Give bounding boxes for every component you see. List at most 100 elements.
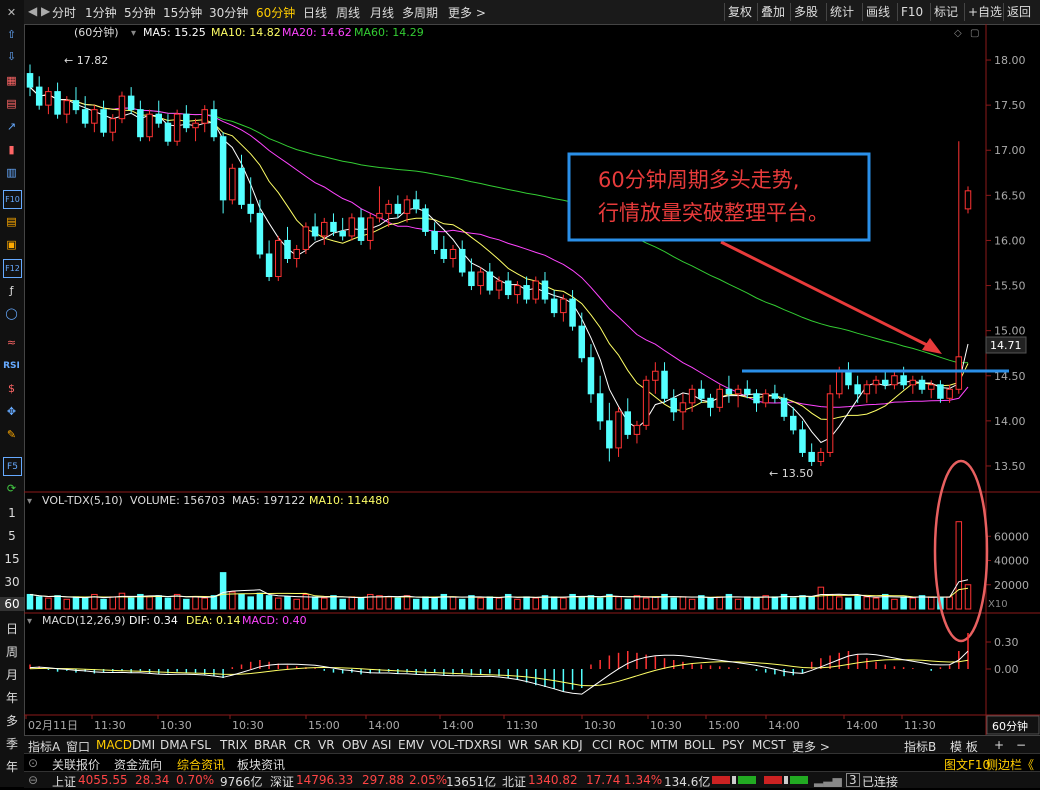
indicator-tab[interactable]: BRAR — [254, 738, 287, 752]
indicator-tab[interactable]: CR — [294, 738, 311, 752]
tab-multi-period[interactable]: 多周期 — [402, 4, 438, 21]
wave-icon[interactable]: ≈ — [3, 334, 20, 351]
window-icon[interactable]: ▢ — [970, 28, 979, 39]
indicator-tab[interactable]: MCST — [752, 738, 786, 752]
tab-daily[interactable]: 日线 — [303, 4, 327, 21]
back-button[interactable]: 返回 — [1003, 3, 1034, 21]
indicator-tab[interactable]: MTM — [650, 738, 678, 752]
candle-body — [256, 212, 264, 255]
period-60[interactable]: 60 — [0, 597, 24, 611]
candle-body — [909, 379, 917, 386]
indicator-tab[interactable]: VR — [318, 738, 335, 752]
period-year-n[interactable]: 年 — [0, 689, 24, 706]
candle-body — [799, 429, 806, 453]
f5-icon[interactable]: F5 — [3, 457, 22, 476]
indicator-tab[interactable]: TRIX — [220, 738, 247, 752]
arrow-down-icon[interactable]: ⇩ — [3, 48, 20, 65]
tab-weekly[interactable]: 周线 — [336, 4, 360, 21]
function-icon[interactable]: ƒ — [3, 282, 20, 299]
circle-icon[interactable]: ◯ — [3, 305, 20, 322]
f10-button[interactable]: F10 — [897, 3, 926, 21]
period-year[interactable]: 年 — [0, 758, 24, 775]
period-week[interactable]: 周 — [0, 643, 24, 660]
period-multi[interactable]: 多 — [0, 712, 24, 729]
tab-timeshare[interactable]: 分时 — [52, 4, 76, 21]
indicator-tab[interactable]: RSI — [482, 738, 502, 752]
remove-window-button[interactable]: − — [1016, 738, 1026, 752]
volume-ma10: MA10: 114480 — [309, 494, 389, 507]
table-icon[interactable]: ▥ — [3, 164, 20, 181]
candle-body — [771, 393, 779, 399]
annotation-line-2: 行情放量突破整理平台。 — [598, 201, 829, 225]
refresh-icon[interactable]: ⟳ — [3, 480, 20, 497]
indicator-tab[interactable]: ASI — [372, 738, 391, 752]
tab-1min[interactable]: 1分钟 — [85, 4, 117, 21]
draw-button[interactable]: 画线 — [862, 3, 893, 21]
f12-icon[interactable]: F12 — [3, 259, 22, 278]
indicator-tab[interactable]: EMV — [398, 738, 424, 752]
tab-60min[interactable]: 60分钟 — [256, 4, 295, 21]
period-1[interactable]: 1 — [0, 506, 24, 520]
chart-area[interactable]: (60分钟) ▾ MA5: 15.25 MA10: 14.82 MA20: 14… — [24, 24, 1040, 735]
indicator-tab[interactable]: VOL-TDX — [430, 738, 482, 752]
overlay-button[interactable]: 叠加 — [757, 3, 788, 21]
kline-icon[interactable]: ▮ — [3, 141, 20, 158]
volume-bar — [458, 598, 466, 610]
tab-5min[interactable]: 5分钟 — [124, 4, 156, 21]
f10-icon[interactable]: F10 — [3, 190, 22, 209]
candle-body — [532, 280, 540, 300]
stats-button[interactable]: 统计 — [826, 3, 857, 21]
report-icon[interactable]: ▣ — [3, 236, 20, 253]
indicator-tab[interactable]: OBV — [342, 738, 368, 752]
indicator-tab[interactable]: ROC — [618, 738, 644, 752]
dropdown-icon[interactable]: ▾ — [27, 616, 32, 627]
rsi-icon[interactable]: RSI — [3, 357, 20, 374]
dropdown-icon[interactable]: ▾ — [27, 496, 32, 507]
toggle-icon[interactable]: ⊙ — [28, 756, 38, 770]
period-month[interactable]: 月 — [0, 666, 24, 683]
add-window-button[interactable]: + — [994, 738, 1004, 752]
indicator-tab[interactable]: DMA — [160, 738, 188, 752]
candle-body — [633, 424, 641, 435]
indicator-tab[interactable]: WR — [508, 738, 528, 752]
indicator-tab[interactable]: CCI — [592, 738, 612, 752]
dropdown-icon[interactable]: ▾ — [131, 28, 136, 39]
indicator-tab[interactable]: DMI — [132, 738, 155, 752]
pencil-icon[interactable]: ✎ — [3, 426, 20, 443]
diamond-icon[interactable]: ◇ — [954, 28, 962, 39]
indicator-tab[interactable]: PSY — [722, 738, 744, 752]
close-icon[interactable]: ✕ — [3, 4, 20, 21]
multi-stock-button[interactable]: 多股 — [790, 3, 821, 21]
indicator-tab[interactable]: BOLL — [684, 738, 715, 752]
tab-15min[interactable]: 15分钟 — [163, 4, 202, 21]
time-tick-label: 14:00 — [368, 719, 400, 732]
volume-bar — [560, 597, 567, 610]
line-chart-icon[interactable]: ↗ — [3, 118, 20, 135]
tab-monthly[interactable]: 月线 — [370, 4, 394, 21]
period-15[interactable]: 15 — [0, 552, 24, 566]
adjust-button[interactable]: 复权 — [724, 3, 755, 21]
period-badge[interactable]: 60分钟 — [992, 719, 1028, 733]
tab-30min[interactable]: 30分钟 — [209, 4, 248, 21]
period-5[interactable]: 5 — [0, 529, 24, 543]
document-icon[interactable]: ▤ — [3, 213, 20, 230]
period-quarter[interactable]: 季 — [0, 735, 24, 752]
list-icon[interactable]: ▤ — [3, 95, 20, 112]
indicator-tab[interactable]: KDJ — [562, 738, 583, 752]
arrow-up-icon[interactable]: ⇧ — [3, 26, 20, 43]
candle-body — [35, 86, 43, 106]
indicator-tab[interactable]: MACD — [96, 738, 132, 752]
period-day[interactable]: 日 — [0, 620, 24, 637]
indicator-tab[interactable]: FSL — [190, 738, 211, 752]
add-watchlist-button[interactable]: +自选 — [964, 3, 1005, 21]
candle-body — [137, 109, 144, 138]
nav-arrows[interactable]: ◀ ▶ — [28, 4, 50, 18]
tab-more[interactable]: 更多 > — [448, 4, 486, 21]
money-icon[interactable]: $ — [3, 380, 20, 397]
period-30[interactable]: 30 — [0, 575, 24, 589]
move-icon[interactable]: ✥ — [3, 403, 20, 420]
quote-icon[interactable]: ▦ — [3, 72, 20, 89]
expand-icon[interactable]: ⊖ — [28, 773, 38, 787]
indicator-tab[interactable]: SAR — [534, 738, 558, 752]
mark-button[interactable]: 标记 — [930, 3, 961, 21]
